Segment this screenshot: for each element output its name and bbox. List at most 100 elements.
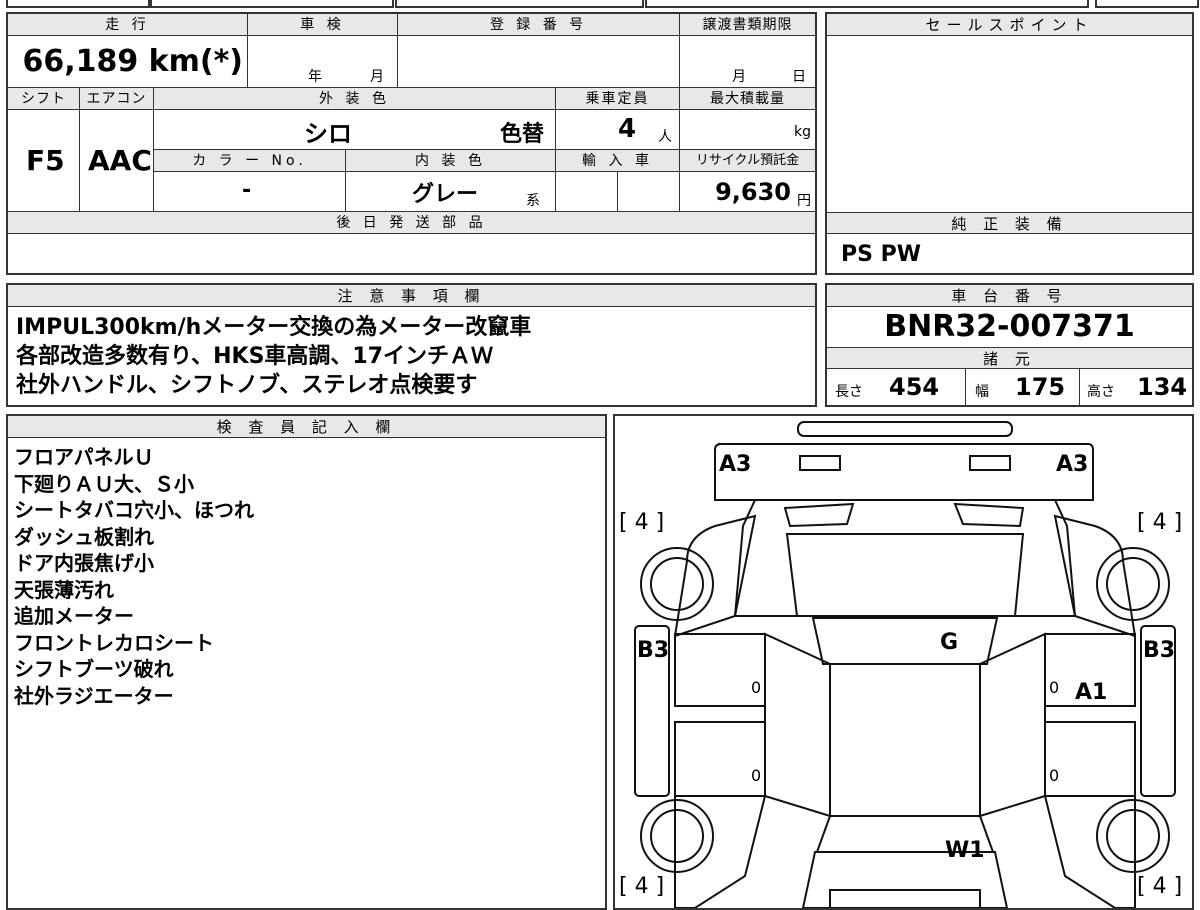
length-cell: 長さ 454 [827,369,966,405]
inspection-year: 年 [308,69,322,85]
interior-suffix: 系 [526,193,540,209]
mark-door-rr-zero: 0 [1049,766,1060,785]
interior-cell: グレー 系 [346,172,556,212]
recycle-label: リサイクル預託金 [680,150,815,172]
notes-text: IMPUL300km/hメーター交換の為メーター改竄車 各部改造多数有り、HKS… [16,313,531,400]
width-cell: 幅 175 [967,369,1080,405]
height-label: 高さ [1087,384,1115,400]
later-parts-value [8,234,815,273]
mark-side-right: B3 [1143,638,1176,663]
mark-door-right: A1 [1075,680,1108,705]
genuine-equipment-value: PS PW [841,242,922,267]
color-no-cell: - [154,172,346,212]
mileage-cell: 66,189 km(*) [8,36,248,88]
exterior-cell: シロ [154,110,494,150]
genuine-equipment-label: 純 正 装 備 [827,212,1192,234]
maxload-unit: kg [794,124,811,140]
height-cell: 高さ 134 [1081,369,1192,405]
shift-cell: F5 [8,110,80,212]
shift-label: シフト [8,88,80,110]
ac-label: エアコン [80,88,154,110]
notes-label: 注 意 事 項 欄 [8,285,815,307]
mark-door-fr-zero: 0 [1049,678,1060,697]
sales-point-label: セールスポイント [827,14,1192,36]
inspector-label: 検 査 員 記 入 欄 [8,416,605,438]
mark-front-right: A3 [1056,452,1089,477]
capacity-unit: 人 [658,129,672,145]
height-value: 134 [1137,373,1188,401]
sales-point-value [827,36,1192,212]
later-parts-label: 後 日 発 送 部 品 [8,212,815,234]
note-line: IMPUL300km/hメーター交換の為メーター改竄車 [16,315,532,340]
note-line: 社外ハンドル、シフトノブ、ステレオ点検要す [16,373,478,398]
inspection-line: 下廻りＡＵ大、Ｓ小 [14,471,194,496]
inspection-line: シフトブーツ破れ [14,657,174,681]
color-no-label: カ ラ ー No. [154,150,346,172]
import-label: 輸 入 車 [556,150,680,172]
top-strip [0,0,1200,8]
inspection-line: 追加メーター [14,604,134,628]
mark-side-left: B3 [637,638,670,663]
transfer-cell: 月 日 [680,36,815,88]
maxload-label: 最大積載量 [680,88,815,110]
chassis-box: 車 台 番 号 BNR32-007371 諸 元 長さ 454 幅 175 高さ… [825,283,1194,407]
transfer-day: 日 [792,69,806,85]
inspection-line: 天張薄汚れ [14,577,114,602]
shift-value: F5 [26,144,65,177]
transfer-label: 譲渡書類期限 [680,14,815,36]
inspection-cell: 年 月 [248,36,398,88]
dimensions-label: 諸 元 [827,347,1192,369]
length-value: 454 [889,373,940,401]
registration-label: 登 録 番 号 [398,14,680,36]
capacity-cell: 4 人 [556,110,680,150]
inspection-line: 社外ラジエーター [14,683,174,708]
maxload-cell: kg [680,110,815,150]
mark-glass: G [940,630,959,655]
recycle-value: 9,630 [715,178,791,206]
ac-value: AAC [88,144,152,177]
damage-diagram: A3 A3 [ 4 ] [ 4 ] [ 4 ] [ 4 ] B3 B3 G A1… [613,414,1194,910]
length-label: 長さ [835,384,863,400]
inspection-line: ドア内張焦げ小 [14,551,154,575]
inspector-text: フロアパネルＵ 下廻りＡＵ大、Ｓ小 シートタバコ穴小、ほつれ ダッシュ板割れ ド… [14,444,254,709]
chassis-value: BNR32-007371 [884,309,1135,344]
exterior-label: 外 装 色 [154,88,556,110]
inspection-month: 月 [370,69,384,85]
capacity-label: 乗車定員 [556,88,680,110]
mileage-label: 走 行 [8,14,248,36]
spec-box: 走 行 車 検 登 録 番 号 譲渡書類期限 66,189 km(*) 年 月 … [6,12,817,275]
recycle-cell: 9,630 円 [680,172,815,212]
mark-tire-rr: [ 4 ] [1137,874,1183,899]
registration-value [398,36,680,88]
sales-point-box: セールスポイント 純 正 装 備 PS PW [825,12,1194,275]
interior-value: グレー [412,182,479,207]
repaint-cell: 色替 [494,110,556,150]
recycle-unit: 円 [797,193,811,209]
mark-door-fl-zero: 0 [751,678,762,697]
car-outline [634,421,1176,908]
inspector-box: 検 査 員 記 入 欄 フロアパネルＵ 下廻りＡＵ大、Ｓ小 シートタバコ穴小、ほ… [6,414,607,910]
mileage-value: 66,189 km(*) [22,44,243,79]
inspection-line: ダッシュ板割れ [14,524,154,549]
capacity-value: 4 [618,114,637,144]
mark-door-rl-zero: 0 [751,766,762,785]
inspection-label: 車 検 [248,14,398,36]
color-no-value: - [242,178,252,203]
interior-label: 内 装 色 [346,150,556,172]
mark-tire-rl: [ 4 ] [619,874,665,899]
mark-tire-fl: [ 4 ] [619,510,665,535]
ac-cell: AAC [80,110,154,212]
notes-box: 注 意 事 項 欄 IMPUL300km/hメーター交換の為メーター改竄車 各部… [6,283,817,407]
mark-front-left: A3 [719,452,752,477]
import-cell-a [556,172,618,212]
import-cell-b [618,172,680,212]
width-label: 幅 [975,384,989,400]
mark-rear-window: W1 [945,838,985,863]
chassis-label: 車 台 番 号 [827,285,1192,307]
note-line: 各部改造多数有り、HKS車高調、17インチＡＷ [16,344,494,369]
inspection-line: フロントレカロシート [14,630,214,655]
transfer-month: 月 [732,69,746,85]
inspection-line: フロアパネルＵ [14,445,154,469]
repaint-mark: 色替 [500,122,545,147]
exterior-value: シロ [304,120,352,148]
